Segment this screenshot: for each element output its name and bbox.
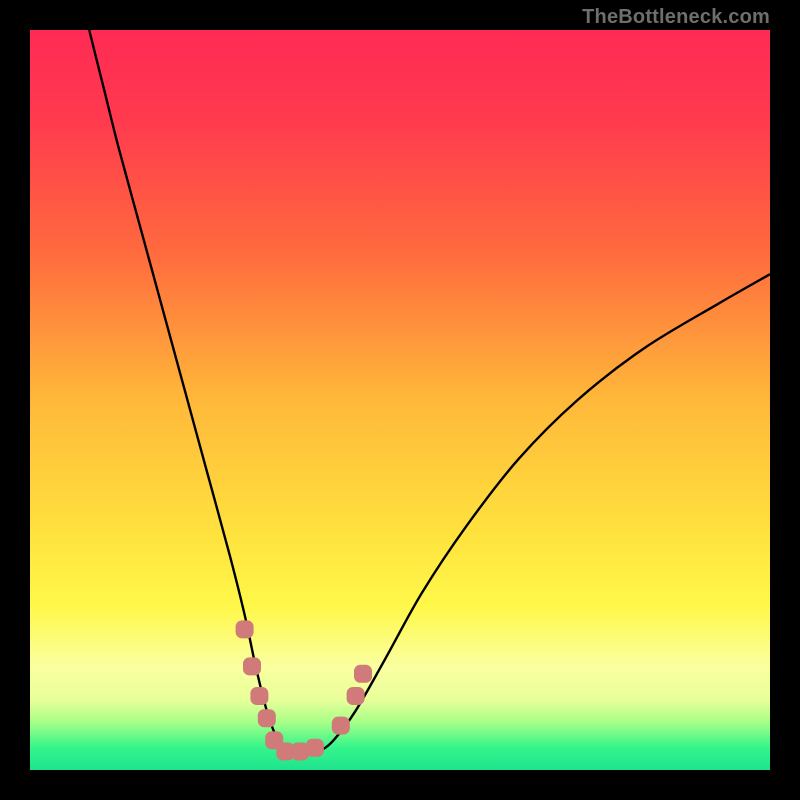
curve-layer bbox=[30, 30, 770, 770]
curve-marker bbox=[332, 717, 350, 735]
curve-marker bbox=[250, 687, 268, 705]
curve-marker bbox=[243, 657, 261, 675]
curve-marker bbox=[347, 687, 365, 705]
curve-marker bbox=[236, 620, 254, 638]
chart-frame: TheBottleneck.com bbox=[0, 0, 800, 800]
curve-marker bbox=[258, 709, 276, 727]
bottleneck-curve bbox=[89, 30, 770, 756]
plot-area bbox=[30, 30, 770, 770]
curve-markers bbox=[236, 620, 372, 760]
watermark-text: TheBottleneck.com bbox=[582, 6, 770, 29]
curve-marker bbox=[354, 665, 372, 683]
curve-marker bbox=[306, 739, 324, 757]
